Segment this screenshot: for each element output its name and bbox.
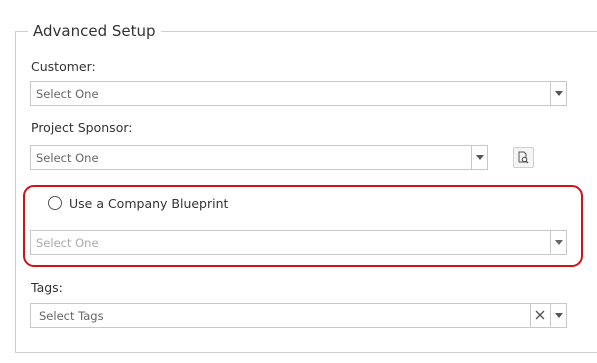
tags-clear-button[interactable] bbox=[530, 304, 550, 327]
company-blueprint-select-value: Select One bbox=[36, 236, 99, 250]
tags-select[interactable]: Select Tags bbox=[30, 303, 567, 328]
project-sponsor-label: Project Sponsor: bbox=[31, 120, 133, 135]
customer-select-value: Select One bbox=[36, 87, 99, 101]
company-blueprint-dropdown-toggle[interactable] bbox=[550, 231, 566, 254]
tags-label: Tags: bbox=[31, 280, 63, 295]
section-title: Advanced Setup bbox=[28, 21, 161, 41]
company-blueprint-select[interactable]: Select One bbox=[30, 230, 567, 255]
tags-select-value: Select Tags bbox=[39, 309, 104, 323]
fieldset-border-left bbox=[15, 31, 16, 353]
customer-select[interactable]: Select One bbox=[30, 81, 567, 106]
company-blueprint-radio-label[interactable]: Use a Company Blueprint bbox=[69, 196, 228, 212]
fieldset-border-bottom bbox=[15, 352, 597, 353]
chevron-down-icon bbox=[555, 91, 563, 96]
project-sponsor-select[interactable]: Select One bbox=[30, 145, 488, 170]
close-icon bbox=[535, 310, 545, 320]
fieldset-border-top-left bbox=[15, 31, 29, 32]
chevron-down-icon bbox=[555, 313, 563, 318]
advanced-setup-panel: Advanced Setup Customer: Select One Proj… bbox=[0, 0, 597, 363]
tags-dropdown-toggle[interactable] bbox=[550, 304, 566, 327]
project-sponsor-lookup-button[interactable] bbox=[513, 147, 534, 168]
search-document-icon bbox=[518, 151, 529, 164]
project-sponsor-dropdown-toggle[interactable] bbox=[471, 146, 487, 169]
fieldset-border-top-right bbox=[156, 31, 597, 32]
chevron-down-icon bbox=[476, 155, 484, 160]
company-blueprint-radio[interactable] bbox=[48, 196, 62, 210]
project-sponsor-select-value: Select One bbox=[36, 151, 99, 165]
customer-label: Customer: bbox=[31, 59, 96, 74]
customer-dropdown-toggle[interactable] bbox=[550, 82, 566, 105]
chevron-down-icon bbox=[555, 240, 563, 245]
